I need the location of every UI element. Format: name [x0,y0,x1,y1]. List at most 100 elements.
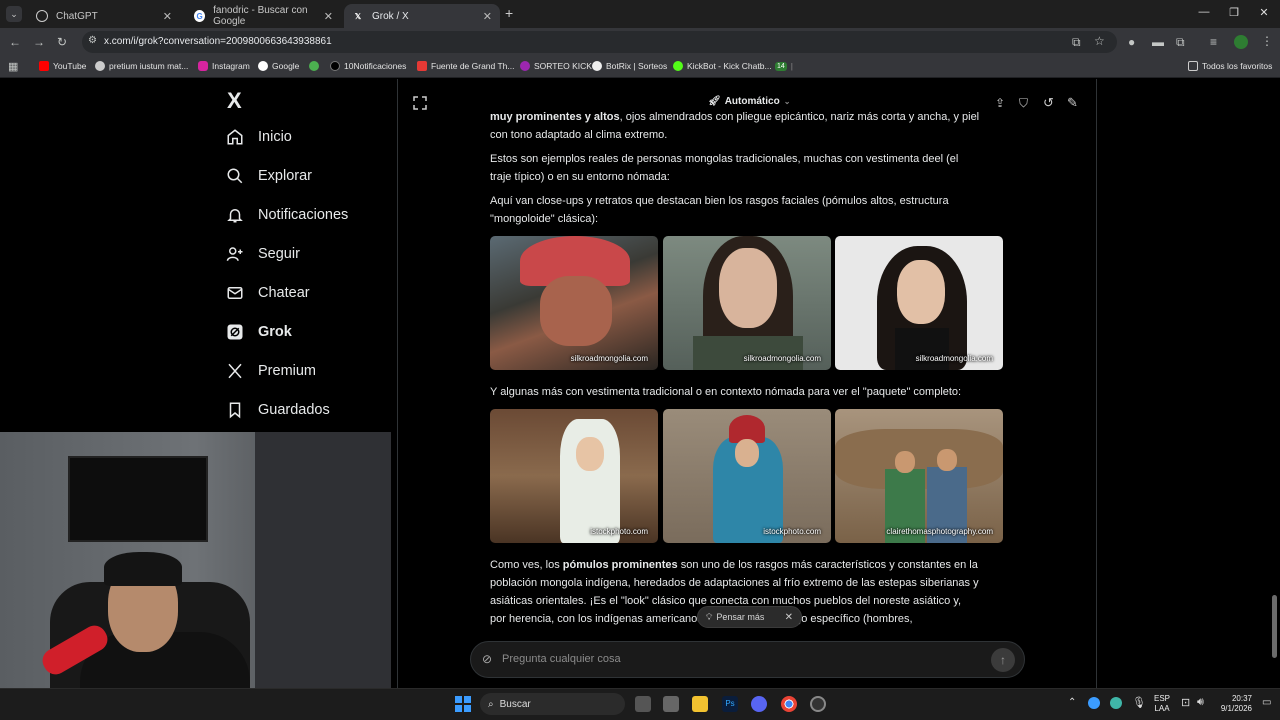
bookmark-sorteo-kick[interactable]: SORTEO KICK [520,61,592,71]
sidebar-item-inicio[interactable]: Inicio [226,128,292,146]
tray-icon[interactable] [1088,697,1100,709]
tab-chatgpt[interactable]: ChatGPT ✕ [28,4,180,28]
reload-icon[interactable]: ↻ [57,35,67,49]
instagram-icon [198,61,208,71]
tab-list-icon[interactable]: ⌄ [6,6,22,22]
x-icon [226,362,244,380]
bookmark-instagram[interactable]: Instagram [198,61,250,71]
bookmark-notificaciones[interactable]: 10Notificaciones [330,61,406,71]
message-paragraph: Estos son ejemplos reales de personas mo… [490,153,959,183]
image-result[interactable]: silkroadmongolia.com [835,236,1003,370]
arrow-up-icon: ↑ [1000,653,1006,667]
clothing-shape [895,328,949,370]
media-icon[interactable]: ≡ [1210,35,1217,49]
close-icon[interactable]: ✕ [785,612,793,623]
discord-icon[interactable] [751,696,767,712]
prompt-input[interactable]: Pregunta cualquier cosa [502,653,621,665]
image-result[interactable]: silkroadmongolia.com [663,236,831,370]
tab-grok[interactable]: 𝕏 Grok / X ✕ [344,4,500,28]
sidebar-item-grok[interactable]: Grok [226,323,292,341]
sidebar-item-guardados[interactable]: Guardados [226,401,330,419]
expand-icon[interactable] [413,96,427,110]
taskbar-search[interactable]: ⌕ Buscar [480,693,625,715]
notification-icon[interactable]: ▭ [1262,697,1271,708]
close-icon[interactable]: ✕ [163,10,172,23]
history-icon[interactable]: ↺ [1043,95,1054,111]
photoshop-icon[interactable]: Ps [722,696,738,712]
install-icon[interactable]: ⧉ [1072,35,1081,50]
language-indicator[interactable]: ESP LAA [1154,694,1170,714]
share-icon[interactable]: ⇪ [995,96,1005,110]
attach-icon[interactable]: ⊘ [482,652,492,666]
url-text[interactable]: x.com/i/grok?conversation=20098006636439… [104,36,332,47]
sidebar-item-seguir[interactable]: Seguir [226,245,300,263]
avatar[interactable] [1234,35,1248,49]
message-paragraph: muy prominentes y altos, ojos almendrado… [490,111,980,141]
bookmark-all-favorites[interactable]: Todos los favoritos [1188,61,1272,71]
image-result[interactable]: silkroadmongolia.com [490,236,658,370]
tab-google[interactable]: G fanodric - Buscar con Google ✕ [186,4,341,28]
folder-icon [1188,61,1198,71]
task-view-icon[interactable] [635,696,651,712]
bookmark-botrix[interactable]: BotRix | Sorteos [592,61,667,71]
face-shape [576,437,604,471]
tray-icon[interactable] [1110,697,1122,709]
microphone-icon[interactable]: 🎙︎ [1132,696,1146,709]
image-result[interactable]: clairethomasphotography.com [835,409,1003,543]
google-icon [258,61,268,71]
menu-icon[interactable]: ⋮ [1261,34,1273,48]
sidebar-item-notificaciones[interactable]: Notificaciones [226,206,348,224]
extension-icon[interactable]: ● [1128,35,1135,49]
network-icon[interactable]: ⊡ [1181,696,1190,709]
bookmark-extra[interactable] [309,61,323,71]
close-window-icon[interactable]: ✕ [1249,6,1279,19]
botrix-icon [592,61,602,71]
bookmark-kickbot[interactable]: KickBot - Kick Chatb... [673,61,772,71]
mode-selector[interactable]: 🚀︎ Automático ⌄ [708,96,790,107]
site-info-icon[interactable]: ⚙ [88,35,97,46]
search-icon [226,167,244,185]
new-chat-icon[interactable]: ✎ [1067,95,1078,111]
new-tab-icon[interactable]: + [505,5,513,21]
windows-start-icon[interactable] [455,696,471,712]
bookmark-google[interactable]: Google [258,61,299,71]
clock[interactable]: 20:37 9/1/2026 [1218,694,1252,714]
back-icon[interactable]: ← [9,35,21,49]
minimize-icon[interactable]: — [1189,6,1219,18]
bookmark-icon[interactable]: ⛉ [1019,96,1028,111]
star-icon[interactable]: ☆ [1094,34,1105,48]
app-icon[interactable] [810,696,826,712]
bookmark-badge[interactable]: 14 | [775,61,793,71]
close-icon[interactable]: ✕ [483,10,492,23]
extension-icon[interactable]: ▬ [1152,35,1164,49]
bookmark-grand-theft[interactable]: Fuente de Grand Th... [417,61,514,71]
send-button[interactable]: ↑ [991,648,1015,672]
x-logo[interactable]: X [227,88,242,114]
divider [1096,79,1097,688]
think-more-button[interactable]: 💡︎ Pensar más ✕ [697,606,802,628]
bookmark-pretium[interactable]: pretium iustum mat... [95,61,188,71]
file-explorer-icon[interactable] [692,696,708,712]
kickbot-icon [673,61,683,71]
bookmark-youtube[interactable]: YouTube [39,61,86,71]
image-result[interactable]: istockphoto.com [490,409,658,543]
chrome-icon[interactable] [781,696,797,712]
face-shape [540,276,612,346]
follow-icon [226,245,244,263]
x-logo-icon: 𝕏 [354,11,362,21]
chevron-up-icon[interactable]: ⌃ [1068,697,1076,708]
forward-icon[interactable]: → [33,35,45,49]
close-icon[interactable]: ✕ [324,10,333,23]
puzzle-icon[interactable]: ⧉ [1176,35,1185,50]
sidebar-item-explorar[interactable]: Explorar [226,167,312,185]
image-result[interactable]: istockphoto.com [663,409,831,543]
app-icon[interactable] [663,696,679,712]
apps-icon[interactable]: ▦ [8,60,18,73]
volume-icon[interactable]: 🔊︎ [1197,696,1204,709]
webcam-overlay [0,432,391,720]
scrollbar[interactable] [1272,595,1277,658]
restore-icon[interactable]: ❐ [1219,6,1249,19]
sidebar-item-chatear[interactable]: Chatear [226,284,310,302]
sidebar-item-premium[interactable]: Premium [226,362,316,380]
bell-icon [226,206,244,224]
